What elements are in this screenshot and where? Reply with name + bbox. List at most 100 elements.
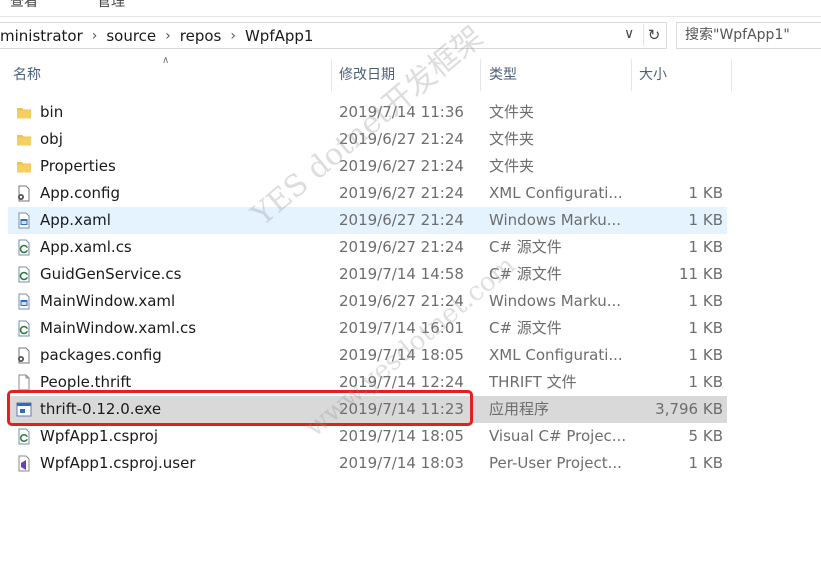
file-name: App.xaml.cs <box>40 238 132 256</box>
chevron-right-icon[interactable]: › <box>92 28 98 44</box>
file-date: 2019/6/27 21:24 <box>339 130 464 148</box>
file-size: 1 KB <box>688 454 723 472</box>
folder-icon <box>16 158 32 175</box>
file-date: 2019/6/27 21:24 <box>339 238 464 256</box>
file-type: XML Configurati... <box>489 184 623 202</box>
file-type: Windows Marku... <box>489 292 622 310</box>
column-header-type[interactable]: 类型 <box>489 59 517 91</box>
file-date: 2019/7/14 16:01 <box>339 319 464 337</box>
chevron-down-icon[interactable]: ∨ <box>624 26 634 42</box>
file-type: Windows Marku... <box>489 211 622 229</box>
column-divider[interactable] <box>631 59 632 91</box>
breadcrumb-item-administrator[interactable]: ministrator <box>0 27 83 45</box>
breadcrumb-item-source[interactable]: source <box>106 27 156 45</box>
file-name: WpfApp1.csproj <box>40 427 159 445</box>
file-name: MainWindow.xaml.cs <box>40 319 197 337</box>
file-size: 1 KB <box>688 346 723 364</box>
file-size: 1 KB <box>688 373 723 391</box>
column-divider[interactable] <box>331 59 332 91</box>
column-header-size[interactable]: 大小 <box>639 59 667 91</box>
file-row[interactable]: App.xaml 2019/6/27 21:24 Windows Marku... 1… <box>8 207 727 234</box>
highlight-box <box>7 390 473 426</box>
file-row[interactable]: GuidGenService.cs 2019/7/14 14:58 C# 源文件 11… <box>8 261 727 288</box>
file-date: 2019/6/27 21:24 <box>339 211 464 229</box>
config-file-icon <box>16 347 32 364</box>
file-size: 1 KB <box>688 211 723 229</box>
file-type: THRIFT 文件 <box>489 373 577 391</box>
column-header-date[interactable]: 修改日期 <box>339 59 395 91</box>
csproj-file-icon <box>16 428 32 445</box>
file-row[interactable]: App.config 2019/6/27 21:24 XML Configurati… <box>8 180 727 207</box>
ribbon-tabs: 查看 管理 <box>0 0 821 17</box>
file-type: Per-User Project... <box>489 454 622 472</box>
file-date: 2019/7/14 18:03 <box>339 454 464 472</box>
column-divider[interactable] <box>480 59 481 91</box>
file-type: C# 源文件 <box>489 265 562 283</box>
file-type: 文件夹 <box>489 103 535 121</box>
file-size: 1 KB <box>688 319 723 337</box>
search-input[interactable]: 搜索"WpfApp1" <box>676 22 821 49</box>
ribbon-tab-manage[interactable]: 管理 <box>97 0 125 11</box>
breadcrumb: ministrator › source › repos › WpfApp1 <box>0 23 313 48</box>
file-type: 应用程序 <box>489 400 550 418</box>
file-name: GuidGenService.cs <box>40 265 182 283</box>
file-row[interactable]: WpfApp1.csproj 2019/7/14 18:05 Visual C# P… <box>8 423 727 450</box>
file-date: 2019/7/14 18:05 <box>339 427 464 445</box>
file-size: 1 KB <box>688 292 723 310</box>
file-date: 2019/7/14 14:58 <box>339 265 464 283</box>
file-size: 1 KB <box>688 184 723 202</box>
file-row[interactable]: WpfApp1.csproj.user 2019/7/14 18:03 Per-Us… <box>8 450 727 477</box>
file-type: C# 源文件 <box>489 319 562 337</box>
column-header: ∧ 名称 修改日期 类型 大小 <box>0 55 821 91</box>
chevron-right-icon[interactable]: › <box>230 28 236 44</box>
config-file-icon <box>16 185 32 202</box>
column-header-name[interactable]: 名称 <box>13 59 41 91</box>
file-row[interactable]: App.xaml.cs 2019/6/27 21:24 C# 源文件 1 KB <box>8 234 727 261</box>
file-size: 11 KB <box>679 265 723 283</box>
file-size: 3,796 KB <box>655 400 723 418</box>
file-row[interactable]: MainWindow.xaml.cs 2019/7/14 16:01 C# 源文件 1… <box>8 315 727 342</box>
refresh-icon[interactable]: ↻ <box>643 24 664 46</box>
csharp-file-icon <box>16 266 32 283</box>
file-type: XML Configurati... <box>489 346 623 364</box>
file-name: App.xaml <box>40 211 111 229</box>
csharp-file-icon <box>16 320 32 337</box>
ribbon-tab-view[interactable]: 查看 <box>10 0 38 11</box>
breadcrumb-item-repos[interactable]: repos <box>180 27 222 45</box>
file-size: 1 KB <box>688 238 723 256</box>
file-row[interactable]: obj 2019/6/27 21:24 文件夹 <box>8 126 727 153</box>
chevron-right-icon[interactable]: › <box>165 28 171 44</box>
file-type: C# 源文件 <box>489 238 562 256</box>
file-name: bin <box>40 103 64 121</box>
csharp-file-icon <box>16 239 32 256</box>
vs-user-file-icon <box>16 455 32 472</box>
sort-ascending-icon: ∧ <box>162 55 170 66</box>
folder-icon <box>16 104 32 121</box>
xaml-file-icon <box>16 212 32 229</box>
file-type: Visual C# Projec... <box>489 427 627 445</box>
file-name: WpfApp1.csproj.user <box>40 454 196 472</box>
file-name: Properties <box>40 157 116 175</box>
xaml-file-icon <box>16 293 32 310</box>
folder-icon <box>16 131 32 148</box>
file-name: obj <box>40 130 63 148</box>
file-row[interactable]: MainWindow.xaml 2019/6/27 21:24 Windows Ma… <box>8 288 727 315</box>
file-date: 2019/6/27 21:24 <box>339 157 464 175</box>
file-size: 5 KB <box>688 427 723 445</box>
address-bar[interactable]: ministrator › source › repos › WpfApp1 ∨… <box>0 22 667 49</box>
file-date: 2019/7/14 18:05 <box>339 346 464 364</box>
file-type: 文件夹 <box>489 157 535 175</box>
file-row[interactable]: bin 2019/7/14 11:36 文件夹 <box>8 99 727 126</box>
column-divider[interactable] <box>731 59 732 91</box>
file-type: 文件夹 <box>489 130 535 148</box>
file-name: packages.config <box>40 346 162 364</box>
file-date: 2019/6/27 21:24 <box>339 292 464 310</box>
file-name: App.config <box>40 184 120 202</box>
file-date: 2019/7/14 11:36 <box>339 103 464 121</box>
file-date: 2019/6/27 21:24 <box>339 184 464 202</box>
file-row[interactable]: Properties 2019/6/27 21:24 文件夹 <box>8 153 727 180</box>
file-row[interactable]: packages.config 2019/7/14 18:05 XML Config… <box>8 342 727 369</box>
breadcrumb-item-wpfapp1[interactable]: WpfApp1 <box>245 27 313 45</box>
text-file-icon <box>16 374 32 391</box>
file-name: MainWindow.xaml <box>40 292 176 310</box>
